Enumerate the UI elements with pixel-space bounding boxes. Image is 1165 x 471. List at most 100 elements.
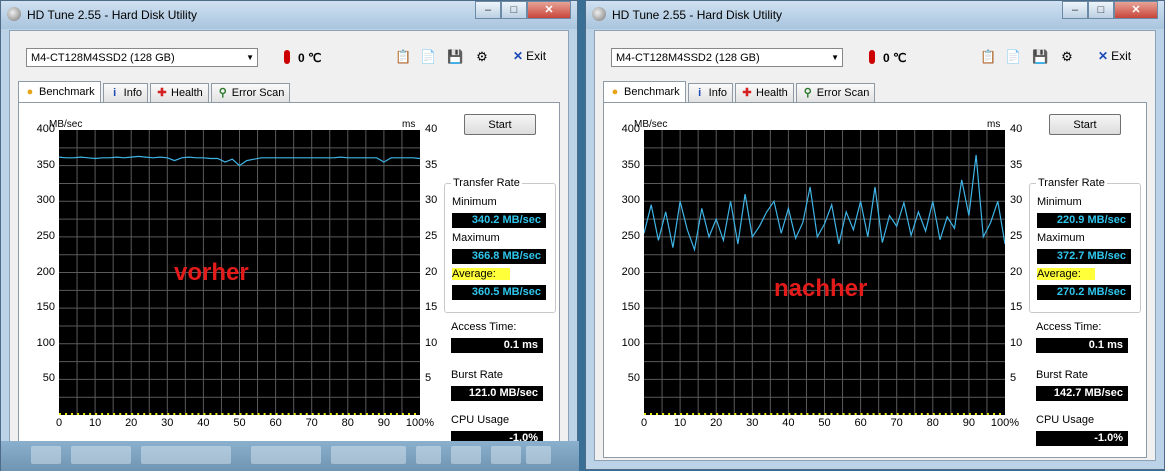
copy-image-icon[interactable]: 📄 — [420, 49, 436, 65]
access-time-point — [323, 413, 326, 415]
copy-image-icon[interactable]: 📄 — [1005, 49, 1021, 65]
maximize-button[interactable]: □ — [501, 1, 527, 19]
client-area: M4-CT128M4SSD2 (128 GB) ▼ 0 ℃ 📋 📄 💾 ⚙ ✕ E… — [594, 30, 1156, 461]
y2-tick-label: 30 — [1010, 194, 1023, 207]
access-time-point — [782, 413, 785, 415]
benchmark-icon: ● — [26, 86, 34, 98]
access-time-point — [722, 413, 725, 415]
access-time-point — [239, 413, 242, 415]
close-button[interactable]: ✕ — [1114, 1, 1158, 19]
access-time-point — [221, 413, 224, 415]
app-icon — [7, 7, 21, 21]
access-time-point — [203, 413, 206, 415]
access-time-point — [650, 413, 652, 415]
options-icon[interactable]: ⚙ — [474, 49, 490, 65]
access-time-point — [209, 413, 212, 415]
y2-tick-label: 20 — [1010, 265, 1023, 278]
x-tick-label: 50 — [233, 417, 246, 429]
access-time-point — [155, 413, 158, 415]
taskbar-tile — [251, 446, 321, 464]
copy-text-icon[interactable]: 📋 — [980, 49, 996, 65]
access-time-point — [962, 413, 965, 415]
access-time-point — [59, 413, 61, 415]
start-button[interactable]: Start — [464, 114, 536, 135]
client-area: M4-CT128M4SSD2 (128 GB) ▼ 0 ℃ 📋 📄 💾 ⚙ ✕ E… — [9, 30, 569, 461]
cpu-usage-label: CPU Usage — [1036, 414, 1095, 426]
access-time-point — [734, 413, 737, 415]
tab-error-scan[interactable]: ⚲ Error Scan — [210, 83, 291, 102]
exit-button[interactable]: ✕ Exit — [513, 49, 546, 63]
access-time-point — [131, 413, 134, 415]
access-time-point — [353, 413, 356, 415]
y-tick-label: 100 — [36, 336, 55, 349]
cpu-usage-value: -1.0% — [1036, 431, 1128, 446]
start-button[interactable]: Start — [1049, 114, 1121, 135]
health-icon: ✚ — [157, 86, 167, 99]
tab-health-label: Health — [171, 86, 203, 99]
copy-text-icon[interactable]: 📋 — [395, 49, 411, 65]
y2-tick-label: 35 — [425, 158, 438, 171]
maximize-button[interactable]: □ — [1088, 1, 1114, 19]
y-tick-label: 400 — [36, 123, 55, 135]
minimum-value: 220.9 MB/sec — [1037, 213, 1131, 228]
access-time-point — [890, 413, 893, 415]
x-tick-label: 100% — [405, 417, 435, 429]
exit-icon: ✕ — [513, 49, 524, 63]
tab-error-scan-label: Error Scan — [231, 86, 285, 99]
x-tick-label: 100% — [990, 417, 1020, 429]
save-icon[interactable]: 💾 — [1032, 49, 1048, 65]
x-tick-label: 40 — [197, 417, 210, 429]
access-time-point — [107, 413, 110, 415]
title-bar[interactable]: HD Tune 2.55 - Hard Disk Utility – □ ✕ — [586, 1, 1164, 29]
access-time-point — [167, 413, 170, 415]
temperature-value: 0 ℃ — [883, 51, 907, 65]
x-tick-label: 40 — [782, 417, 795, 429]
access-time-point — [83, 413, 86, 415]
minimize-button[interactable]: – — [1062, 1, 1088, 19]
y-tick-label: 300 — [621, 194, 640, 207]
close-button[interactable]: ✕ — [527, 1, 571, 19]
tab-benchmark[interactable]: ● Benchmark — [18, 81, 101, 103]
tab-info[interactable]: i Info — [687, 83, 733, 102]
access-time-point — [359, 413, 362, 415]
average-label: Average: — [1037, 268, 1095, 280]
tab-benchmark-label: Benchmark — [624, 86, 680, 98]
save-icon[interactable]: 💾 — [447, 49, 463, 65]
access-time-point — [365, 413, 368, 415]
access-time-point — [656, 413, 658, 415]
access-time-point — [842, 413, 845, 415]
access-time-point — [800, 413, 803, 415]
average-label: Average: — [452, 268, 510, 280]
tab-health[interactable]: ✚ Health — [735, 83, 794, 102]
y-tick-label: 200 — [36, 265, 55, 278]
access-time-point — [71, 413, 73, 415]
tab-benchmark[interactable]: ● Benchmark — [603, 81, 686, 103]
drive-select[interactable]: M4-CT128M4SSD2 (128 GB) ▼ — [26, 48, 258, 67]
tab-error-scan[interactable]: ⚲ Error Scan — [795, 83, 876, 102]
title-bar[interactable]: HD Tune 2.55 - Hard Disk Utility – □ ✕ — [1, 1, 577, 29]
access-time-point — [944, 413, 947, 415]
x-tick-label: 10 — [673, 417, 687, 429]
tab-info[interactable]: i Info — [102, 83, 148, 102]
access-time-point — [884, 413, 887, 415]
access-time-point — [986, 413, 989, 415]
access-time-point — [149, 413, 152, 415]
access-time-point — [173, 413, 176, 415]
access-time-point — [371, 413, 374, 415]
exit-label: Exit — [526, 49, 547, 63]
minimize-button[interactable]: – — [475, 1, 501, 19]
tab-health[interactable]: ✚ Health — [150, 83, 209, 102]
exit-button[interactable]: ✕ Exit — [1098, 49, 1131, 63]
access-time-point — [968, 413, 971, 415]
tab-benchmark-label: Benchmark — [39, 86, 95, 98]
maximum-value: 372.7 MB/sec — [1037, 249, 1131, 264]
access-time-label: Access Time: — [451, 321, 517, 333]
access-time-point — [812, 413, 815, 415]
tab-info-label: Info — [123, 86, 142, 99]
x-tick-label: 60 — [269, 417, 282, 429]
access-time-point — [65, 413, 67, 415]
benchmark-icon: ● — [611, 86, 619, 98]
options-icon[interactable]: ⚙ — [1059, 49, 1075, 65]
access-time-point — [932, 413, 935, 415]
drive-select[interactable]: M4-CT128M4SSD2 (128 GB) ▼ — [611, 48, 843, 67]
